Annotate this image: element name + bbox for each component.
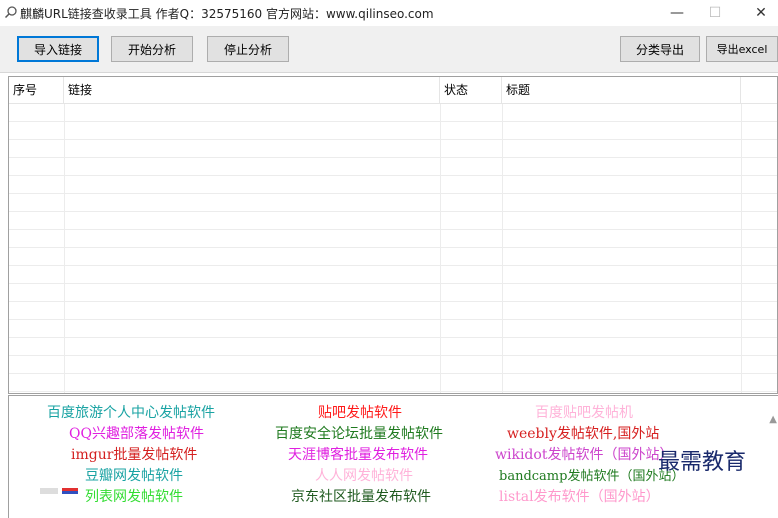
column-header-title[interactable]: 标题 [502, 77, 741, 103]
column-divider [741, 104, 742, 393]
ad-link[interactable]: 百度安全论坛批量发帖软件 [275, 423, 443, 443]
ad-link[interactable]: QQ兴趣部落发帖软件 [69, 423, 204, 443]
column-divider [64, 104, 65, 393]
ad-link[interactable]: weebly发帖软件,国外站 [507, 423, 659, 443]
column-header-status[interactable]: 状态 [440, 77, 502, 103]
column-header-link[interactable]: 链接 [64, 77, 440, 103]
ad-link[interactable]: 百度贴吧发帖机 [535, 402, 633, 422]
ad-link[interactable]: imgur批量发帖软件 [71, 444, 197, 464]
column-divider [440, 104, 441, 393]
ad-link[interactable]: bandcamp发帖软件（国外站） [499, 465, 684, 484]
watermark-text: 最需教育 [658, 450, 747, 475]
scroll-up-arrow-icon[interactable]: ▲ [769, 414, 777, 425]
ad-link[interactable]: 豆瓣网发帖软件 [85, 465, 183, 485]
toolbar: 导入链接 开始分析 停止分析 分类导出 导出excel [0, 26, 778, 73]
export-category-button[interactable]: 分类导出 [620, 36, 700, 62]
export-excel-button[interactable]: 导出excel [706, 36, 778, 62]
window-title: 麒麟URL链接查收录工具 作者Q：32575160 官方网站：www.qilin… [20, 7, 434, 21]
column-header-index[interactable]: 序号 [9, 77, 64, 103]
maximize-button[interactable]: ☐ [698, 3, 732, 23]
minimize-button[interactable]: — [660, 3, 694, 23]
import-links-button[interactable]: 导入链接 [17, 36, 99, 62]
ad-link[interactable]: 人人网发帖软件 [315, 465, 413, 485]
start-analysis-button[interactable]: 开始分析 [111, 36, 193, 62]
ad-link[interactable]: 百度旅游个人中心发帖软件 [47, 402, 215, 422]
ad-link[interactable]: wikidot发帖软件（国外站） [495, 444, 673, 464]
search-icon [4, 6, 17, 19]
ad-link[interactable]: 贴吧发帖软件 [318, 402, 402, 422]
title-bar: 麒麟URL链接查收录工具 作者Q：32575160 官方网站：www.qilin… [0, 0, 778, 26]
ad-link[interactable]: 列表网发帖软件 [85, 486, 183, 506]
close-button[interactable]: ✕ [744, 3, 778, 23]
results-table[interactable]: 序号 链接 状态 标题 [8, 76, 778, 394]
ad-link[interactable]: listal发布软件（国外站） [499, 486, 660, 506]
input-method-flag-icon [40, 488, 78, 494]
stop-analysis-button[interactable]: 停止分析 [207, 36, 289, 62]
table-header: 序号 链接 状态 标题 [9, 77, 777, 104]
column-divider [502, 104, 503, 393]
ad-link[interactable]: 京东社区批量发布软件 [291, 486, 431, 506]
ad-link[interactable]: 天涯博客批量发布软件 [288, 444, 428, 464]
table-body[interactable] [9, 104, 777, 393]
